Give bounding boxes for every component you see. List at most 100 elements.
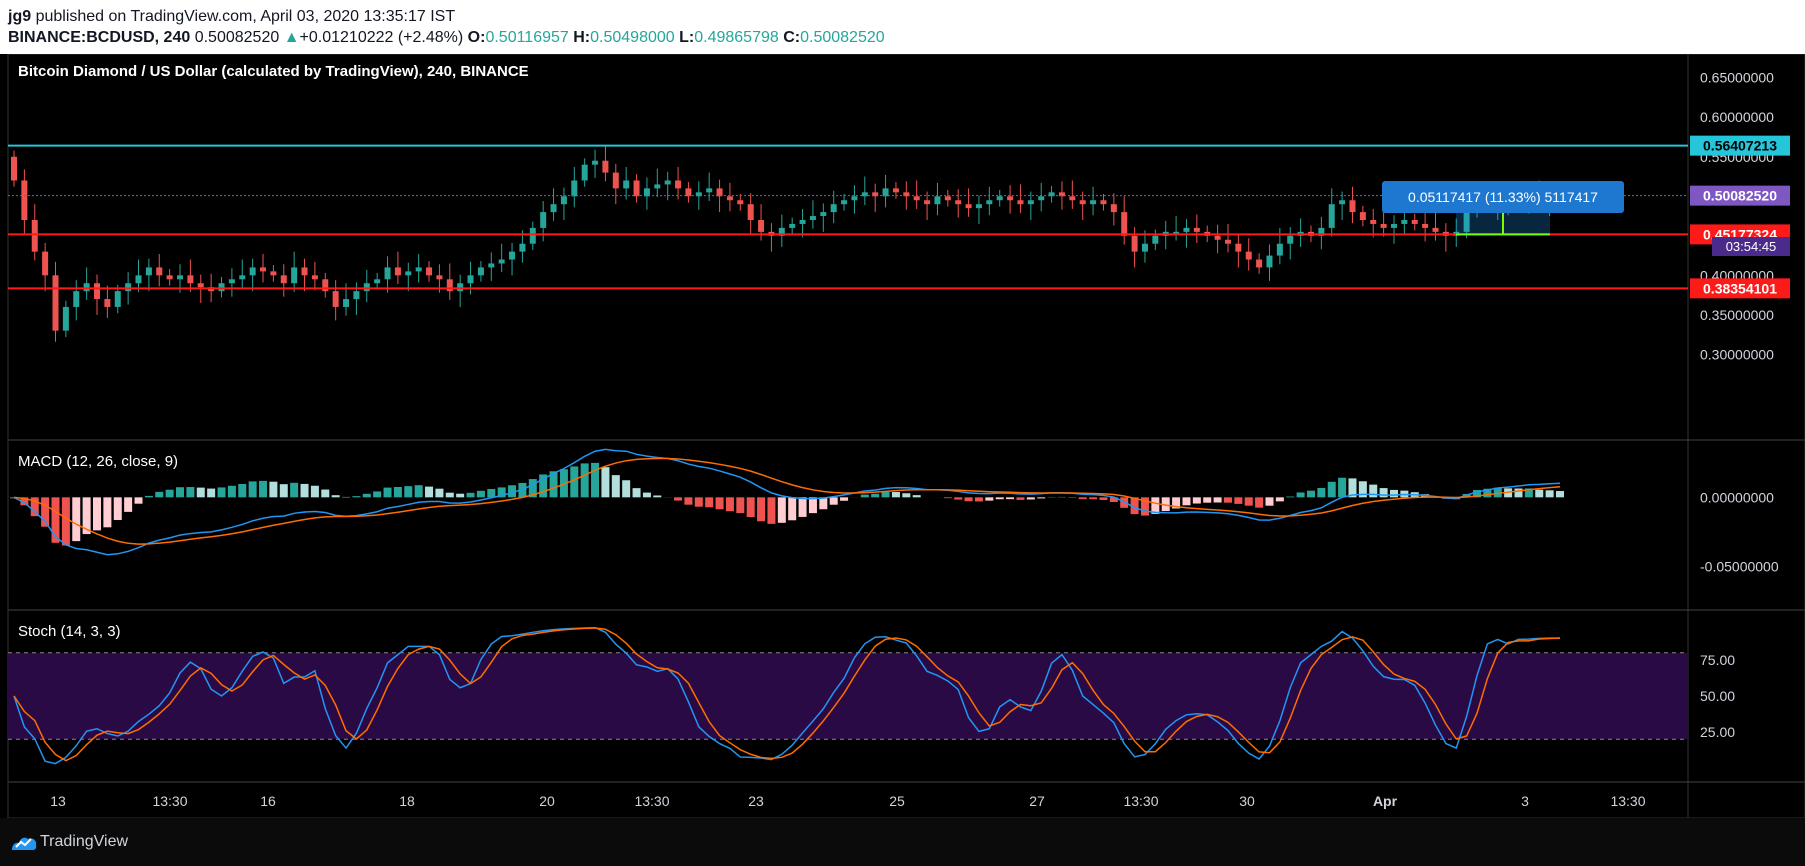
macd-histogram-bar bbox=[974, 497, 983, 502]
macd-histogram-bar bbox=[61, 497, 70, 546]
macd-histogram-bar bbox=[310, 485, 319, 498]
macd-histogram-bar bbox=[788, 497, 797, 521]
macd-histogram-bar bbox=[1545, 490, 1554, 498]
macd-histogram-bar bbox=[300, 483, 309, 498]
close-value: 0.50082520 bbox=[800, 29, 885, 46]
macd-histogram-bar bbox=[1535, 489, 1544, 498]
macd-histogram-bar bbox=[1213, 497, 1222, 503]
macd-histogram-bar bbox=[1296, 492, 1305, 498]
macd-histogram-bar bbox=[1514, 488, 1523, 498]
macd-histogram-bar bbox=[72, 497, 81, 542]
macd-histogram-bar bbox=[1255, 497, 1264, 508]
up-triangle-icon: ▲ bbox=[283, 29, 300, 46]
time-tick-label: 27 bbox=[1029, 793, 1045, 809]
macd-histogram-bar bbox=[808, 497, 817, 514]
time-tick-label: 13:30 bbox=[634, 793, 669, 809]
macd-histogram-bar bbox=[1317, 488, 1326, 498]
macd-histogram-bar bbox=[196, 487, 205, 498]
time-tick-label: 23 bbox=[748, 793, 764, 809]
chart-title: Bitcoin Diamond / US Dollar (calculated … bbox=[18, 63, 529, 80]
stoch-tick-label: 50.00 bbox=[1700, 688, 1735, 704]
time-tick-label: 13 bbox=[50, 793, 66, 809]
level-price-label: 0.38354101 bbox=[1703, 280, 1777, 296]
macd-histogram-bar bbox=[1244, 497, 1253, 506]
macd-histogram-bar bbox=[912, 495, 921, 498]
stoch-title: Stoch (14, 3, 3) bbox=[18, 623, 121, 640]
macd-histogram-bar bbox=[985, 497, 994, 501]
macd-histogram-bar bbox=[611, 475, 620, 498]
macd-histogram-bar bbox=[404, 486, 413, 498]
time-tick-label: 13:30 bbox=[1610, 793, 1645, 809]
change-value: +0.01210222 (+2.48%) bbox=[299, 29, 464, 46]
macd-histogram-bar bbox=[362, 493, 371, 498]
macd-histogram-bar bbox=[736, 497, 745, 514]
open-value: 0.50116957 bbox=[485, 29, 569, 46]
macd-histogram-bar bbox=[476, 490, 485, 498]
footer-brand[interactable]: TradingView bbox=[40, 833, 128, 851]
price-tick-label: 0.35000000 bbox=[1700, 307, 1774, 323]
time-tick-label: 25 bbox=[889, 793, 905, 809]
macd-histogram-bar bbox=[227, 485, 236, 498]
macd-histogram-bar bbox=[425, 486, 434, 498]
last-price-value: 0.50082520 bbox=[194, 29, 280, 46]
measure-label: 0.05117417 (11.33%) 5117417 bbox=[1408, 189, 1598, 205]
macd-histogram-bar bbox=[144, 495, 153, 498]
macd-histogram-bar bbox=[891, 492, 900, 498]
macd-histogram-bar bbox=[757, 497, 766, 522]
time-tick-label: 13:30 bbox=[1123, 793, 1158, 809]
macd-histogram-bar bbox=[1234, 497, 1243, 504]
chart-canvas[interactable]: 0.300000000.350000000.400000000.45000000… bbox=[0, 54, 1805, 818]
macd-histogram-bar bbox=[186, 487, 195, 498]
macd-histogram-bar bbox=[1369, 484, 1378, 498]
macd-histogram-bar bbox=[1389, 489, 1398, 498]
macd-histogram-bar bbox=[1327, 481, 1336, 498]
macd-histogram-bar bbox=[684, 497, 693, 505]
macd-histogram-bar bbox=[1223, 497, 1232, 503]
publish-line: jg9 published on TradingView.com, April … bbox=[8, 8, 455, 26]
low-label: L: bbox=[679, 29, 695, 46]
macd-histogram-bar bbox=[601, 467, 610, 498]
macd-histogram-bar bbox=[1379, 488, 1388, 498]
symbol-label: BINANCE:BCDUSD, 240 bbox=[8, 29, 191, 46]
level-price-label: 0.56407213 bbox=[1703, 138, 1777, 154]
macd-histogram-bar bbox=[829, 497, 838, 505]
footer: TradingView bbox=[0, 818, 1805, 866]
last-price-label: 0.50082520 bbox=[1703, 188, 1777, 204]
macd-histogram-bar bbox=[860, 494, 869, 498]
macd-histogram-bar bbox=[456, 493, 465, 498]
macd-histogram-bar bbox=[995, 497, 1004, 500]
time-tick-label: 30 bbox=[1239, 793, 1255, 809]
macd-histogram-bar bbox=[373, 491, 382, 498]
macd-histogram-bar bbox=[134, 497, 143, 504]
time-tick-label: 3 bbox=[1521, 793, 1529, 809]
macd-histogram-bar bbox=[259, 480, 268, 498]
price-tick-label: 0.60000000 bbox=[1700, 109, 1774, 125]
macd-histogram-bar bbox=[902, 493, 911, 498]
stoch-tick-label: 75.00 bbox=[1700, 652, 1735, 668]
macd-histogram-bar bbox=[570, 466, 579, 498]
macd-histogram-bar bbox=[881, 491, 890, 498]
macd-histogram-bar bbox=[435, 488, 444, 498]
publisher-name[interactable]: jg9 bbox=[8, 8, 31, 25]
low-value: 0.49865798 bbox=[694, 29, 779, 46]
macd-histogram-bar bbox=[871, 493, 880, 498]
high-value: 0.50498000 bbox=[590, 29, 675, 46]
macd-histogram-bar bbox=[155, 491, 164, 498]
macd-histogram-bar bbox=[1006, 497, 1015, 500]
macd-histogram-bar bbox=[642, 492, 651, 498]
macd-histogram-bar bbox=[1286, 496, 1295, 498]
macd-histogram-bar bbox=[798, 497, 807, 517]
macd-histogram-bar bbox=[954, 497, 963, 500]
macd-histogram-bar bbox=[176, 487, 185, 498]
time-tick-label: Apr bbox=[1373, 793, 1398, 809]
tradingview-logo-icon[interactable] bbox=[10, 832, 38, 852]
macd-histogram-bar bbox=[1265, 497, 1274, 506]
macd-histogram-bar bbox=[445, 492, 454, 498]
macd-histogram-bar bbox=[819, 497, 828, 510]
macd-histogram-bar bbox=[943, 497, 952, 499]
macd-histogram-bar bbox=[383, 487, 392, 498]
stoch-tick-label: 25.00 bbox=[1700, 724, 1735, 740]
macd-histogram-bar bbox=[487, 488, 496, 498]
macd-histogram-bar bbox=[124, 497, 133, 512]
macd-histogram-bar bbox=[165, 489, 174, 498]
